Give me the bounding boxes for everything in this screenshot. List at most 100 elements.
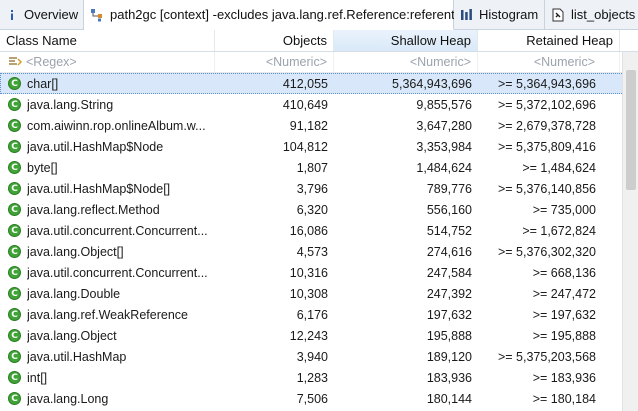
class-name-cell: Cjava.lang.String [0,98,215,112]
path-tree-icon [90,8,104,22]
shallow-heap-cell: 556,160 [426,202,472,217]
retained-heap-cell: >= 180,184 [532,391,596,406]
objects-cell: 16,086 [289,223,328,238]
objects-cell: 6,176 [296,307,328,322]
class-icon: C [8,161,21,174]
class-icon: C [8,77,21,90]
table-row[interactable]: Cjava.util.HashMap$Node[] 3,796 789,776 >= … [0,178,638,199]
table-row[interactable]: Cjava.util.HashMap 3,940 189,120 >= 5,375,2… [0,346,638,367]
class-name-cell: Cjava.util.HashMap$Node [0,140,215,154]
retained-heap-cell: >= 2,679,378,728 [497,118,596,133]
class-icon: C [8,245,21,258]
vertical-scrollbar[interactable] [622,52,638,411]
regex-filter-cell[interactable]: <Regex> [0,52,215,72]
scrollbar-thumb[interactable] [626,70,636,190]
shallow-filter-cell[interactable]: <Numeric> [334,52,478,72]
shallow-heap-cell: 247,584 [426,265,472,280]
tab-list-objects[interactable]: list_objects [545,0,638,29]
objects-cell: 10,308 [289,286,328,301]
objects-cell: 104,812 [282,139,328,154]
class-name-cell: Cjava.lang.Object [0,329,215,343]
table-row[interactable]: Cjava.lang.Object[] 4,573 274,616 >= 5,376,… [0,241,638,262]
class-name-cell: Cjava.lang.ref.WeakReference [0,308,215,322]
retained-filter-placeholder: <Numeric> [533,55,595,69]
retained-heap-cell: >= 1,484,624 [522,160,596,175]
class-name-cell: Cjava.lang.Long [0,392,215,406]
objects-cell: 410,649 [282,97,328,112]
shallow-heap-cell: 183,936 [426,370,472,385]
class-icon: C [8,371,21,384]
retained-heap-cell: >= 195,888 [532,328,596,343]
class-name-text: char[] [27,76,59,91]
class-name-cell: Cbyte[] [0,161,215,175]
shallow-heap-cell: 9,855,576 [416,97,472,112]
column-header-objects[interactable]: Objects [215,30,334,51]
class-name-cell: Cjava.lang.Double [0,287,215,301]
class-name-cell: Cchar[] [0,77,215,91]
shallow-heap-cell: 789,776 [426,181,472,196]
shallow-heap-cell: 3,647,280 [416,118,472,133]
table-row[interactable]: Cjava.lang.String 410,649 9,855,576 >= 5,37… [0,94,638,115]
class-name-text: java.lang.Object[] [27,244,124,259]
class-icon: C [8,140,21,153]
table-row[interactable]: Cjava.lang.Object 12,243 195,888 >= 195,888 [0,325,638,346]
objects-cell: 6,320 [296,202,328,217]
class-icon: C [8,329,21,342]
class-name-text: java.util.HashMap$Node[] [27,181,171,196]
class-name-text: java.lang.reflect.Method [27,202,160,217]
table-row[interactable]: Cint[] 1,283 183,936 >= 183,936 [0,367,638,388]
shallow-heap-cell: 180,144 [426,391,472,406]
table-row[interactable]: Cchar[] 412,055 5,364,943,696 >= 5,364,943,… [0,73,638,94]
regex-filter-placeholder: <Regex> [26,55,77,69]
class-icon: C [8,119,21,132]
objects-cell: 10,316 [289,265,328,280]
retained-heap-cell: >= 5,375,203,568 [497,349,596,364]
class-icon: C [8,203,21,216]
retained-heap-cell: >= 5,376,140,856 [497,181,596,196]
class-name-text: java.lang.String [27,97,114,112]
tab-histogram[interactable]: Histogram [454,0,545,29]
filter-row: <Regex> <Numeric> <Numeric> <Numeric> [0,52,638,73]
table-row[interactable]: Cjava.lang.Long 7,506 180,144 >= 180,184 [0,388,638,409]
table-row[interactable]: Cjava.lang.ref.WeakReference 6,176 197,632… [0,304,638,325]
objects-cell: 1,283 [296,370,328,385]
table-row[interactable]: Cbyte[] 1,807 1,484,624 >= 1,484,624 [0,157,638,178]
table-row[interactable]: Cjava.util.concurrent.Concurrent... 16,08… [0,220,638,241]
class-name-text: java.util.HashMap [27,349,127,364]
objects-cell: 91,182 [289,118,328,133]
retained-filter-cell[interactable]: <Numeric> [478,52,620,72]
objects-cell: 3,940 [296,349,328,364]
shallow-filter-placeholder: <Numeric> [409,55,471,69]
retained-heap-cell: >= 183,936 [532,370,596,385]
column-header-retained-heap[interactable]: Retained Heap [478,30,620,51]
objects-cell: 12,243 [289,328,328,343]
retained-heap-cell: >= 735,000 [532,202,596,217]
table-row[interactable]: Cjava.lang.Double 10,308 247,392 >= 247,472 [0,283,638,304]
table-row[interactable]: Cjava.util.concurrent.Concurrent... 10,31… [0,262,638,283]
column-header-shallow-heap[interactable]: Shallow Heap [334,30,478,51]
class-icon: C [8,308,21,321]
class-icon: C [8,98,21,111]
tab-overview[interactable]: Overview [0,0,84,29]
tab-histogram-label: Histogram [479,7,539,22]
filter-icon [8,56,22,68]
shallow-heap-cell: 189,120 [426,349,472,364]
table-row[interactable]: Cjava.lang.reflect.Method 6,320 556,160 >= … [0,199,638,220]
shallow-heap-cell: 195,888 [426,328,472,343]
tab-overview-label: Overview [24,7,79,22]
tab-path2gc[interactable]: path2gc [context] -excludes java.lang.re… [84,0,455,30]
retained-heap-cell: >= 5,372,102,696 [497,97,596,112]
class-name-text: com.aiwinn.rop.onlineAlbum.w... [27,118,206,133]
retained-heap-cell: >= 1,672,824 [522,223,596,238]
table-row[interactable]: Ccom.aiwinn.rop.onlineAlbum.w... 91,182 3,… [0,115,638,136]
column-header-class-name[interactable]: Class Name [0,30,215,51]
class-icon: C [8,182,21,195]
class-name-cell: Cjava.util.HashMap$Node[] [0,182,215,196]
table-body: Cchar[] 412,055 5,364,943,696 >= 5,364,943,… [0,73,638,409]
shallow-heap-cell: 274,616 [426,244,472,259]
retained-heap-cell: >= 5,364,943,696 [497,76,596,91]
table-row[interactable]: Cjava.util.HashMap$Node 104,812 3,353,984 >… [0,136,638,157]
objects-filter-cell[interactable]: <Numeric> [215,52,334,72]
histogram-icon [460,8,473,22]
objects-cell: 1,807 [296,160,328,175]
